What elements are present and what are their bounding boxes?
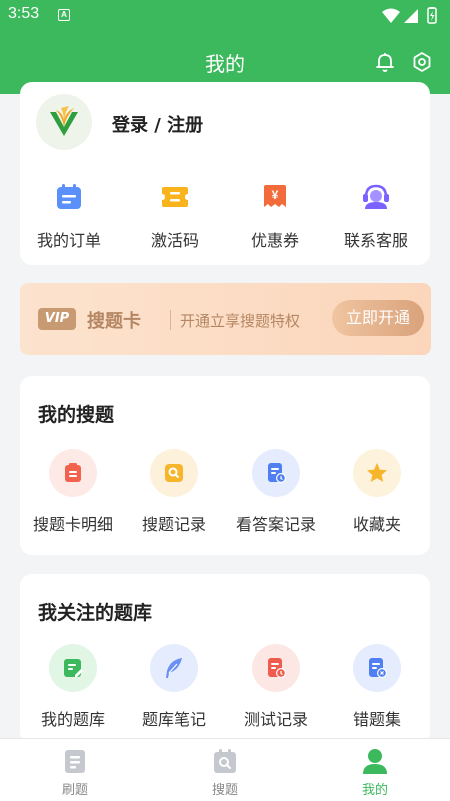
grid-item-label: 题库笔记 xyxy=(141,710,206,729)
bottom-nav: 刷题 搜题 我的 xyxy=(0,738,450,801)
test-record-icon xyxy=(268,658,286,678)
status-icons xyxy=(382,7,442,29)
nav-label: 搜题 xyxy=(211,783,238,798)
nav-practice[interactable]: 刷题 xyxy=(0,739,150,801)
quick-action-label: 优惠券 xyxy=(250,231,299,250)
answer-record-button[interactable]: 看答案记录 xyxy=(221,449,331,535)
signal-icon xyxy=(404,9,418,23)
my-orders-button[interactable]: 我的订单 xyxy=(19,181,119,251)
grid-item-label: 看答案记录 xyxy=(235,515,316,534)
bell-icon[interactable] xyxy=(373,50,397,74)
my-question-bank-button[interactable]: 我的题库 xyxy=(18,644,128,730)
vip-divider xyxy=(170,310,171,330)
logo-icon xyxy=(50,106,78,136)
wrong-questions-button[interactable]: 错题集 xyxy=(322,644,432,730)
coupon-icon: ¥ xyxy=(264,185,286,207)
vip-banner[interactable]: VIP 搜题卡 开通立享搜题特权 立即开通 xyxy=(20,283,431,355)
svg-text:¥: ¥ xyxy=(272,188,279,202)
ticket-icon xyxy=(162,187,188,207)
quick-action-label: 激活码 xyxy=(150,231,199,250)
quick-action-label: 我的订单 xyxy=(36,231,101,250)
followed-banks-section: 我关注的题库 我的题库 题库笔记 测试记录 错题集 xyxy=(20,574,430,744)
search-tab-icon xyxy=(214,749,236,773)
grid-item-label: 错题集 xyxy=(352,710,401,729)
test-record-button[interactable]: 测试记录 xyxy=(221,644,331,730)
bank-notes-button[interactable]: 题库笔记 xyxy=(119,644,229,730)
nav-label: 刷题 xyxy=(61,783,88,798)
nav-label: 我的 xyxy=(361,783,388,798)
card-detail-icon xyxy=(65,463,81,482)
wifi-icon xyxy=(382,8,400,23)
user-icon xyxy=(363,749,387,774)
login-register-link[interactable]: 登录 / 注册 xyxy=(112,111,203,137)
star-icon xyxy=(367,463,387,482)
nav-search[interactable]: 搜题 xyxy=(150,739,300,801)
feather-icon xyxy=(166,658,182,678)
grid-item-label: 收藏夹 xyxy=(352,515,401,534)
grid-item-label: 测试记录 xyxy=(243,710,308,729)
search-card-detail-button[interactable]: 搜题卡明细 xyxy=(18,449,128,535)
vip-badge: VIP xyxy=(38,308,76,330)
gear-icon[interactable] xyxy=(410,50,434,74)
user-card: 登录 / 注册 我的订单 激活码 ¥ 优惠券 联系客服 xyxy=(20,82,430,265)
grid-item-label: 搜题卡明细 xyxy=(32,515,113,534)
status-bar: 3:53 A xyxy=(0,0,450,32)
wrong-set-icon xyxy=(369,658,387,678)
answer-record-icon xyxy=(268,463,286,483)
nav-mine[interactable]: 我的 xyxy=(300,739,450,801)
coupon-button[interactable]: ¥ 优惠券 xyxy=(225,181,325,251)
grid-item-label: 搜题记录 xyxy=(141,515,206,534)
customer-service-button[interactable]: 联系客服 xyxy=(326,181,426,251)
grid-item-label: 我的题库 xyxy=(40,710,105,729)
search-record-icon xyxy=(165,464,183,482)
quick-action-label: 联系客服 xyxy=(343,231,408,250)
search-record-button[interactable]: 搜题记录 xyxy=(119,449,229,535)
activate-now-button[interactable]: 立即开通 xyxy=(332,300,424,336)
edit-note-icon xyxy=(64,659,83,677)
section-title: 我的搜题 xyxy=(38,404,115,426)
my-search-section: 我的搜题 搜题卡明细 搜题记录 看答案记录 收藏夹 xyxy=(20,376,430,555)
avatar[interactable] xyxy=(36,94,92,150)
favorites-button[interactable]: 收藏夹 xyxy=(322,449,432,535)
vip-title: 搜题卡 xyxy=(87,311,141,332)
practice-icon xyxy=(65,750,85,773)
notification-icon: A xyxy=(58,9,70,21)
activation-code-button[interactable]: 激活码 xyxy=(125,181,225,251)
vip-description: 开通立享搜题特权 xyxy=(180,312,301,330)
status-time: 3:53 xyxy=(8,5,40,22)
headset-icon xyxy=(363,184,389,209)
calendar-icon xyxy=(57,184,81,209)
section-title: 我关注的题库 xyxy=(38,602,153,624)
